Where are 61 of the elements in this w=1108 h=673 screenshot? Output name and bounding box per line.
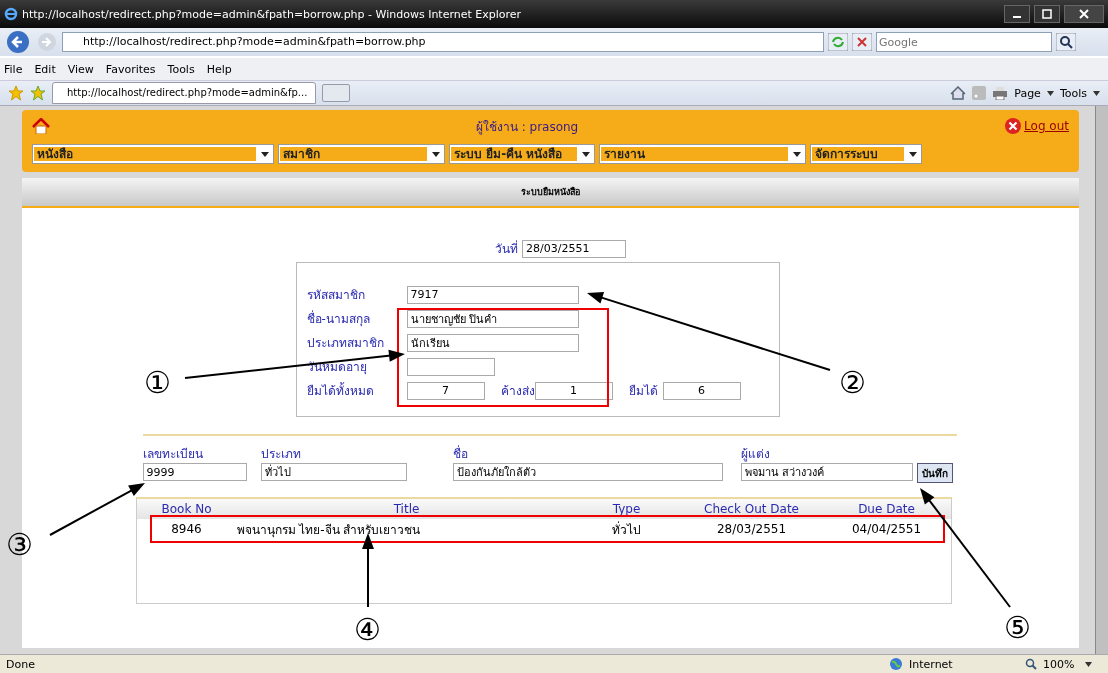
search-field[interactable]: Google	[876, 32, 1052, 52]
section-header: ระบบยืมหนังสือ	[22, 178, 1079, 208]
toolbar-menu-button[interactable]: Tools	[1059, 86, 1087, 100]
callout-number: ⑤	[1004, 610, 1031, 646]
logout-link[interactable]: Log out	[1024, 119, 1069, 133]
browser-tab[interactable]: http://localhost/redirect.php?mode=admin&fp...	[52, 82, 317, 104]
column-header: Due Date	[857, 502, 916, 516]
menu-item[interactable]: Favorites	[105, 62, 156, 76]
field-label: เลขทะเบียน	[142, 446, 204, 463]
count-field[interactable]: 7	[406, 381, 485, 400]
date-label: วันที่	[495, 239, 518, 258]
count-field[interactable]: 1	[534, 381, 613, 400]
field-label: ค้างส่ง	[500, 383, 535, 400]
menu-item[interactable]: View	[67, 62, 94, 76]
user-label: ผู้ใช้งาน : prasong	[475, 118, 579, 136]
column-header: Book No	[160, 502, 213, 516]
callout-number: ①	[144, 365, 171, 401]
menu-item[interactable]: Tools	[167, 62, 195, 76]
field-label: ผู้แต่ง	[740, 446, 771, 463]
input-field[interactable]: พจมาน สว่างวงค์	[740, 463, 913, 481]
callout-number: ②	[839, 365, 866, 401]
field-label: ยืมได้ทั้งหมด	[306, 381, 375, 400]
nav-dropdown[interactable]: รายงาน	[599, 144, 806, 164]
table-cell-text: 04/04/2551	[850, 522, 923, 536]
input-field[interactable]: 9999	[142, 463, 247, 481]
input-field[interactable]: 7917	[406, 285, 579, 304]
status-text: Done	[6, 657, 35, 671]
zoom-level[interactable]: 100%	[1043, 657, 1079, 671]
save-button[interactable]: บันทึก	[916, 463, 953, 483]
column-header: Check Out Date	[703, 502, 800, 516]
input-field[interactable]: ป้องกันภัยใกล้ตัว	[452, 463, 723, 481]
date-field[interactable]: 28/03/2551	[522, 239, 626, 258]
input-field[interactable]: นักเรียน	[406, 333, 579, 352]
field-label: วันหมดอายุ	[306, 359, 368, 376]
callout-number: ④	[354, 612, 381, 648]
column-header: Title	[392, 502, 421, 516]
table-cell-text: 8946	[170, 522, 203, 536]
field-label: ยืมได้	[628, 383, 659, 400]
nav-dropdown[interactable]: จัดการระบบ	[810, 144, 922, 164]
menu-item[interactable]: Edit	[34, 62, 56, 76]
table-cell-text: ทั่วไป	[611, 520, 642, 539]
count-field[interactable]: 6	[662, 381, 741, 400]
field-label: ประเภท	[260, 446, 302, 463]
security-zone: Internet	[909, 657, 954, 671]
toolbar-menu-button[interactable]: Page	[1014, 86, 1041, 100]
address-field[interactable]: http://localhost/redirect.php?mode=admin&fpath=borrow.php	[62, 32, 824, 52]
column-header: Type	[611, 502, 642, 516]
field-label: ชื่อ-นามสกุล	[306, 309, 371, 328]
field-label: รหัสสมาชิก	[306, 287, 366, 304]
menu-item[interactable]: File	[4, 62, 23, 76]
nav-dropdown[interactable]: หนังสือ	[32, 144, 274, 164]
window-title: http://localhost/redirect.php?mode=admin&fpath=borrow.php - Windows Internet Explorer	[22, 7, 522, 21]
field-label: ชื่อ	[452, 444, 469, 463]
table-cell-text: พจนานุกรม ไทย-จีน สำหรับเยาวชน	[236, 521, 422, 539]
input-field[interactable]: ทั่วไป	[260, 463, 407, 481]
callout-number: ③	[6, 527, 33, 563]
menu-item[interactable]: Help	[206, 62, 232, 76]
field-label: ประเภทสมาชิก	[306, 335, 385, 352]
nav-dropdown[interactable]: สมาชิก	[278, 144, 445, 164]
nav-dropdown[interactable]: ระบบ ยืม-คืน หนังสือ	[449, 144, 595, 164]
table-cell-text: 28/03/2551	[715, 522, 788, 536]
